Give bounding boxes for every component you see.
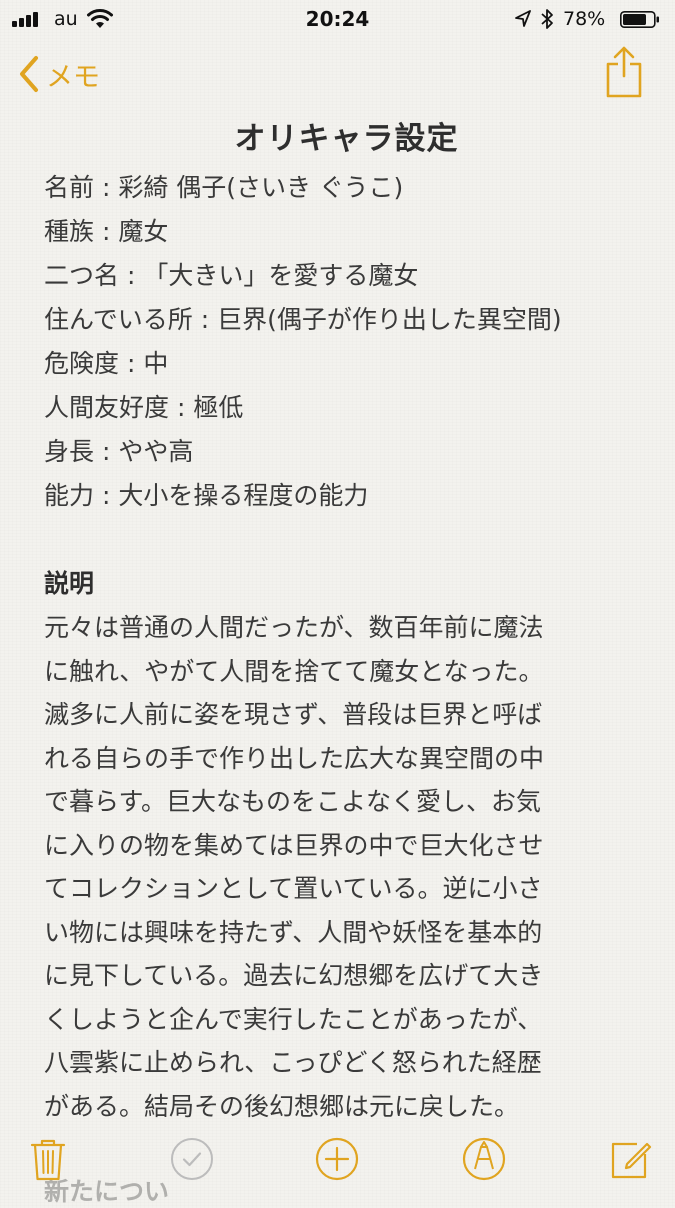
share-icon[interactable] bbox=[604, 44, 644, 100]
field-line: 二つ名 : 「大きい」を愛する魔女 bbox=[44, 261, 419, 290]
description-line: てコレクションとして置いている。逆に小さ bbox=[44, 874, 543, 903]
description-line: に入りの物を集めては巨界の中で巨大化させ bbox=[44, 830, 544, 860]
chevron-left-icon bbox=[20, 56, 38, 92]
section-heading: 説明 bbox=[44, 569, 95, 598]
field-line: 身長 : やや高 bbox=[44, 437, 194, 466]
bluetooth-icon bbox=[541, 9, 553, 29]
bottom-toolbar bbox=[0, 1128, 675, 1192]
description-line: い物には興味を持たず、人間や妖怪を基本的 bbox=[44, 917, 543, 947]
description-line: がある。結局その後幻想郷は元に戻した。 bbox=[44, 1091, 520, 1121]
back-label: メモ bbox=[46, 61, 100, 93]
note-title: オリキャラ設定 bbox=[234, 121, 459, 157]
checklist-icon[interactable] bbox=[169, 1136, 215, 1182]
field-line: 能力 : 大小を操る程度の能力 bbox=[44, 481, 369, 510]
add-icon[interactable] bbox=[314, 1136, 360, 1182]
field-line: 危険度 : 中 bbox=[44, 349, 169, 378]
description-line: 元々は普通の人間だったが、数百年前に魔法 bbox=[44, 613, 544, 642]
description-line: くしようと企んで実行したことがあったが、 bbox=[44, 1004, 543, 1034]
trash-icon[interactable] bbox=[25, 1136, 71, 1182]
description-line: に触れ、やがて人間を捨てて魔女となった。 bbox=[44, 656, 544, 686]
compose-icon[interactable] bbox=[607, 1136, 653, 1182]
field-line: 名前 : 彩綺 偶子(さいき ぐうこ) bbox=[44, 173, 404, 202]
location-icon bbox=[515, 10, 531, 27]
back-button[interactable]: メモ bbox=[18, 52, 100, 96]
description-line: 滅多に人前に姿を現さず、普段は巨界と呼ば bbox=[44, 700, 543, 729]
description-line: で暮らす。巨大なものをこよなく愛し、お気 bbox=[44, 787, 542, 816]
field-line: 人間友好度 : 極低 bbox=[44, 393, 244, 422]
battery-icon bbox=[620, 11, 659, 28]
description-line: に見下している。過去に幻想郷を広げて大き bbox=[44, 961, 544, 990]
field-line: 住んでいる所 : 巨界(偶子が作り出した異空間) bbox=[44, 305, 562, 334]
battery-percentage: 78% bbox=[563, 8, 606, 30]
description-line: 八雲紫に止められ、こっぴどく怒られた経歴 bbox=[44, 1048, 542, 1077]
description-line: れる自らの手で作り出した広大な異空間の中 bbox=[44, 743, 545, 773]
description-text: 元々は普通の人間だったが、数百年前に魔法 に触れ、やがて人間を捨てて魔女となった… bbox=[44, 606, 649, 1128]
field-line: 種族 : 魔女 bbox=[44, 217, 169, 246]
markup-icon[interactable] bbox=[461, 1136, 507, 1182]
status-bar: au 20:24 78% bbox=[0, 0, 675, 40]
note-body[interactable]: オリキャラ設定 名前 : 彩綺 偶子(さいき ぐうこ) 種族 : 魔女 二つ名 … bbox=[44, 112, 649, 1128]
character-fields: 名前 : 彩綺 偶子(さいき ぐうこ) 種族 : 魔女 二つ名 : 「大きい」を… bbox=[44, 166, 649, 518]
